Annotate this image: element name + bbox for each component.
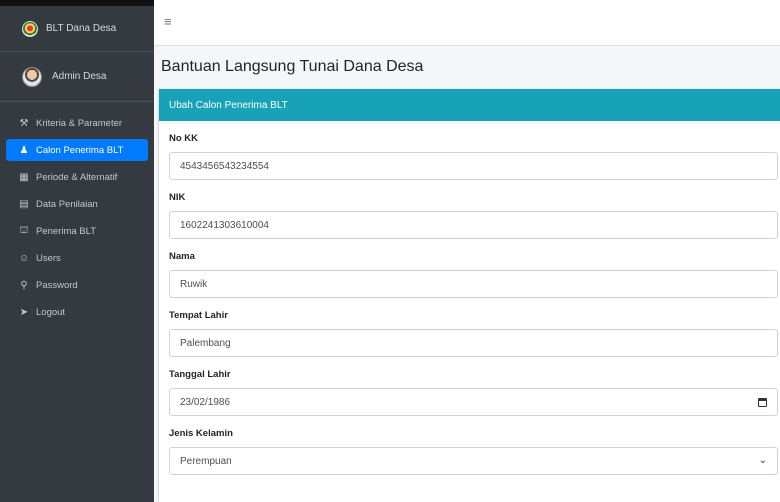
top-navbar: ≡ [154, 6, 780, 46]
nama-input[interactable]: Ruwik [169, 270, 778, 298]
sidebar-item-label: Calon Penerima BLT [36, 144, 124, 156]
group-icon: ☺ [18, 252, 30, 264]
nama-label: Nama [169, 251, 195, 262]
sidebar-item-password[interactable]: ⚲ Password [6, 274, 148, 296]
sidebar-item-label: Penerima BLT [36, 225, 97, 237]
user-name: Admin Desa [52, 71, 107, 82]
no-kk-value: 4543456543234554 [180, 160, 269, 172]
nama-value: Ruwik [180, 278, 208, 290]
nik-input[interactable]: 1602241303610004 [169, 211, 778, 239]
no-kk-label: No KK [169, 133, 199, 144]
tempat-lahir-label: Tempat Lahir [169, 310, 228, 321]
sidebar-item-label: Kriteria & Parameter [36, 117, 123, 129]
page-title: Bantuan Langsung Tunai Dana Desa [161, 58, 424, 75]
tempat-lahir-value: Palembang [180, 337, 231, 349]
sidebar-item-penerima[interactable]: ⛫ Penerima BLT [6, 220, 148, 242]
jenis-kelamin-label: Jenis Kelamin [169, 428, 233, 439]
wrench-icon: ⚒ [19, 117, 29, 129]
key-icon: ⚲ [20, 279, 28, 291]
users-icon: ♟ [19, 144, 29, 156]
tanggal-lahir-label: Tanggal Lahir [169, 369, 231, 380]
nik-label: NIK [169, 192, 186, 203]
sidebar-item-label: Data Penilaian [36, 198, 98, 210]
calendar-picker-icon[interactable] [758, 398, 767, 407]
sidebar-item-label: Users [36, 252, 61, 264]
sidebar-item-users[interactable]: ☺ Users [6, 247, 148, 269]
brand-logo [22, 20, 38, 37]
sidebar-menu: ⚒ Kriteria & Parameter ♟ Calon Penerima … [0, 102, 154, 323]
nik-value: 1602241303610004 [180, 219, 269, 231]
edit-form: No KK 4543456543234554 NIK 1602241303610… [159, 121, 780, 475]
sidebar-item-kriteria[interactable]: ⚒ Kriteria & Parameter [6, 112, 148, 134]
sidebar-item-label: Periode & Alternatif [36, 171, 118, 183]
sidebar-item-label: Password [36, 279, 78, 291]
user-panel[interactable]: Admin Desa [0, 52, 154, 102]
avatar [22, 66, 42, 87]
sidebar-item-label: Logout [36, 306, 66, 318]
chevron-down-icon: ⌄ [758, 455, 767, 466]
jenis-kelamin-select[interactable]: Perempuan ⌄ [169, 447, 778, 475]
sidebar-item-periode[interactable]: ▦ Periode & Alternatif [6, 166, 148, 188]
calendar-icon: ▦ [19, 171, 29, 183]
tanggal-lahir-input[interactable]: 23/02/1986 [169, 388, 778, 416]
clipboard-icon: ▤ [19, 198, 29, 210]
brand-link[interactable]: BLT Dana Desa [0, 6, 154, 52]
card-header: Ubah Calon Penerima BLT [159, 89, 780, 121]
sidebar: BLT Dana Desa Admin Desa ⚒ Kriteria & Pa… [0, 0, 154, 502]
hamburger-menu-icon[interactable]: ≡ [164, 14, 172, 29]
sidebar-item-data-penilaian[interactable]: ▤ Data Penilaian [6, 193, 148, 215]
tempat-lahir-input[interactable]: Palembang [169, 329, 778, 357]
brand-title: BLT Dana Desa [46, 23, 117, 34]
no-kk-input[interactable]: 4543456543234554 [169, 152, 778, 180]
tanggal-lahir-value: 23/02/1986 [180, 396, 231, 408]
person-dolly-icon: ⛫ [19, 224, 29, 236]
content-wrapper: Bantuan Langsung Tunai Dana Desa Ubah Ca… [154, 46, 780, 502]
jenis-kelamin-value: Perempuan [180, 455, 232, 467]
sidebar-item-calon-penerima[interactable]: ♟ Calon Penerima BLT [6, 139, 148, 161]
sign-out-icon: ➤ [19, 306, 29, 318]
sidebar-item-logout[interactable]: ➤ Logout [6, 301, 148, 323]
edit-form-card: Ubah Calon Penerima BLT No KK 4543456543… [159, 89, 780, 502]
